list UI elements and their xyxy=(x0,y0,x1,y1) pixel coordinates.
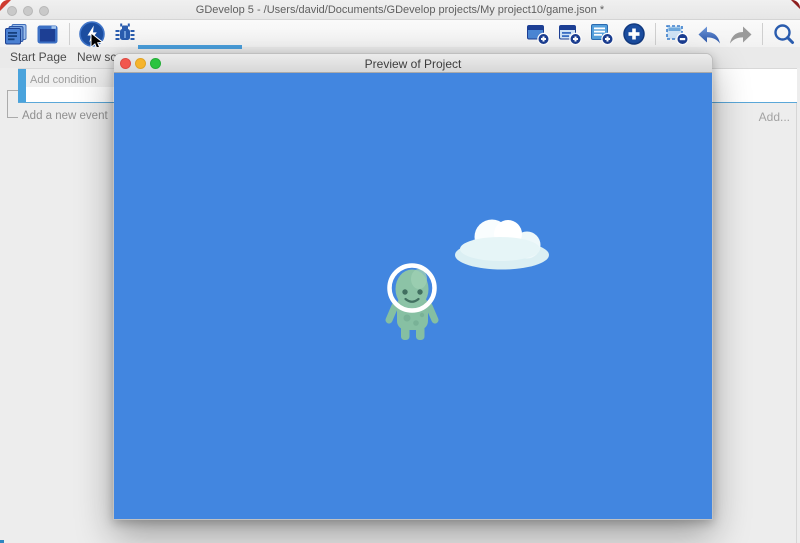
event-handle[interactable] xyxy=(18,69,26,102)
toolbar xyxy=(0,20,800,47)
undo-icon xyxy=(696,22,722,46)
corner-artifact xyxy=(0,0,11,11)
events-sheet-border xyxy=(796,68,797,543)
preview-window-title: Preview of Project xyxy=(114,57,712,71)
toolbar-divider xyxy=(655,23,656,45)
tab-new-scene[interactable]: New sc xyxy=(77,50,116,64)
corner-artifact xyxy=(791,0,800,9)
game-scene[interactable] xyxy=(114,73,712,520)
add-event-button[interactable] xyxy=(525,22,551,46)
search-icon xyxy=(771,22,797,46)
project-manager-button[interactable] xyxy=(3,22,29,46)
undo-button[interactable] xyxy=(696,22,722,46)
add-comment-icon xyxy=(589,22,615,46)
event-tree-line xyxy=(7,90,18,91)
debugger-button[interactable] xyxy=(112,22,138,46)
active-tab-indicator xyxy=(138,45,242,49)
add-more-link[interactable]: Add... xyxy=(759,110,790,124)
search-button[interactable] xyxy=(771,22,797,46)
add-circle-button[interactable] xyxy=(621,22,647,46)
preview-window[interactable]: Preview of Project xyxy=(113,53,713,520)
event-tree-line xyxy=(7,117,18,118)
project-manager-icon xyxy=(3,22,29,46)
main-window-title: GDevelop 5 - /Users/david/Documents/GDev… xyxy=(0,4,800,16)
scene-editor-button[interactable] xyxy=(35,22,61,46)
redo-icon xyxy=(728,22,754,46)
toolbar-divider xyxy=(762,23,763,45)
add-comment-button[interactable] xyxy=(589,22,615,46)
event-tree-line xyxy=(7,90,8,118)
redo-button[interactable] xyxy=(728,22,754,46)
remove-event-button[interactable] xyxy=(664,22,690,46)
cloud-sprite xyxy=(455,220,549,270)
toolbar-divider xyxy=(69,23,70,45)
main-titlebar: GDevelop 5 - /Users/david/Documents/GDev… xyxy=(0,0,800,20)
add-event-icon xyxy=(525,22,551,46)
add-condition-link[interactable]: Add condition xyxy=(30,74,97,86)
preview-play-button[interactable] xyxy=(78,21,106,47)
add-new-event-link[interactable]: Add a new event xyxy=(22,110,108,122)
debugger-icon xyxy=(112,22,138,46)
preview-titlebar[interactable]: Preview of Project xyxy=(114,54,712,73)
gdevelop-main-window: GDevelop 5 - /Users/david/Documents/GDev… xyxy=(0,0,800,543)
scene-editor-icon xyxy=(35,22,61,46)
tab-start-page[interactable]: Start Page xyxy=(10,50,67,64)
add-subevent-button[interactable] xyxy=(557,22,583,46)
add-subevent-icon xyxy=(557,22,583,46)
add-circle-icon xyxy=(621,22,647,46)
remove-event-icon xyxy=(664,22,690,46)
